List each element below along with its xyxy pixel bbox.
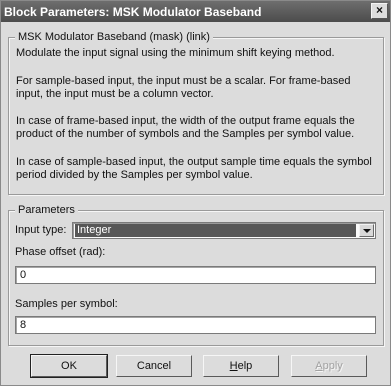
help-mnemonic: H xyxy=(229,360,238,372)
apply-button: Apply xyxy=(291,355,367,377)
phase-offset-label: Phase offset (rad): xyxy=(15,246,106,258)
description-paragraph-3: In case of frame-based input, the width … xyxy=(16,115,355,140)
window-title: Block Parameters: MSK Modulator Baseband xyxy=(4,4,262,19)
description-group-title: MSK Modulator Baseband (mask) (link) xyxy=(15,31,213,44)
block-parameters-dialog: Block Parameters: MSK Modulator Baseband… xyxy=(0,0,391,386)
close-icon[interactable]: × xyxy=(371,3,388,19)
parameters-group-title: Parameters xyxy=(15,204,78,217)
cancel-button[interactable]: Cancel xyxy=(116,355,192,377)
chevron-down-icon[interactable] xyxy=(359,224,374,237)
ok-button[interactable]: OK xyxy=(30,354,108,378)
parameters-group: Parameters Input type: Integer Phase off… xyxy=(8,204,384,346)
description-group: MSK Modulator Baseband (mask) (link) Mod… xyxy=(8,31,384,195)
input-type-selected-value: Integer xyxy=(75,224,356,237)
apply-mnemonic: A xyxy=(315,360,323,372)
samples-per-symbol-input[interactable]: 8 xyxy=(15,316,376,334)
input-type-label: Input type: xyxy=(15,224,67,236)
samples-per-symbol-label: Samples per symbol: xyxy=(15,298,118,310)
description-paragraph-1: Modulate the input signal using the mini… xyxy=(16,47,335,59)
help-label-rest: elp xyxy=(237,360,253,372)
description-paragraph-4: In case of sample-based input, the outpu… xyxy=(16,156,372,181)
description-paragraph-2: For sample-based input, the input must b… xyxy=(16,75,351,100)
apply-label-rest: pply xyxy=(322,360,343,372)
help-button[interactable]: Help xyxy=(203,355,279,377)
input-type-dropdown[interactable]: Integer xyxy=(72,222,376,239)
title-bar[interactable]: Block Parameters: MSK Modulator Baseband… xyxy=(1,1,390,22)
phase-offset-input[interactable]: 0 xyxy=(15,266,376,284)
